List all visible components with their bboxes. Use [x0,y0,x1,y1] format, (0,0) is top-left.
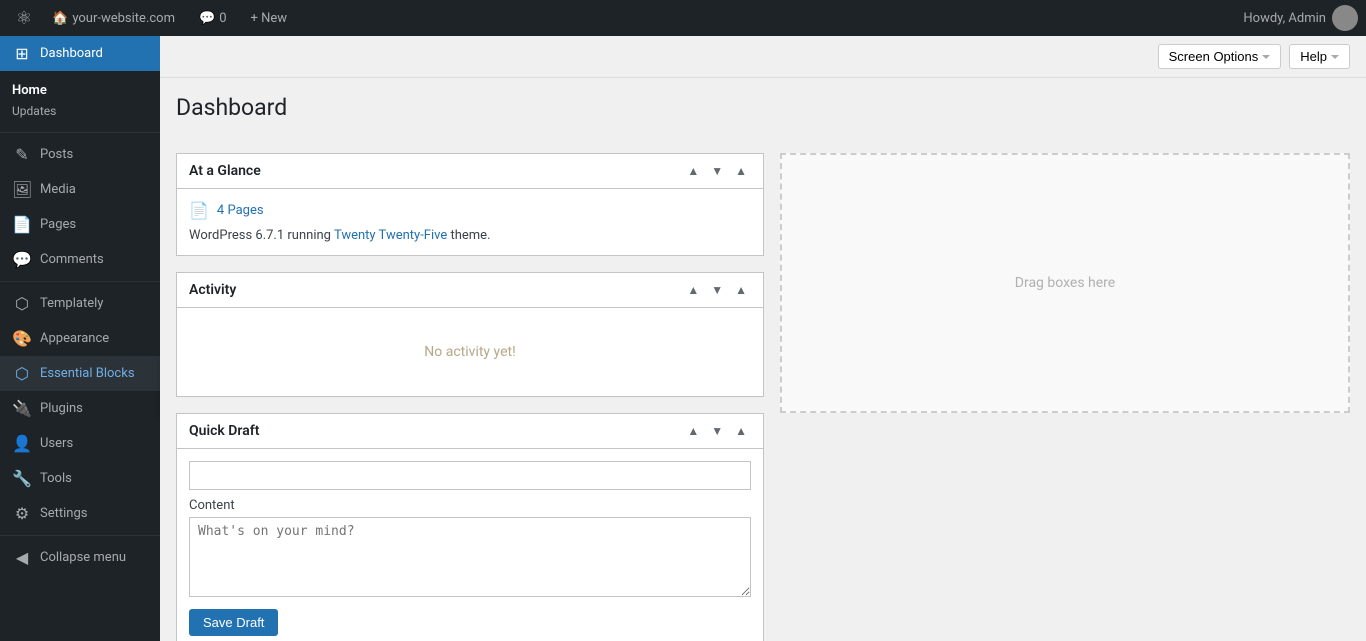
page-title-row: Dashboard [160,78,1366,137]
essential-blocks-icon: ⬡ [12,364,32,383]
activity-header: Activity ▲ ▼ ▲ [177,273,763,308]
left-column: At a Glance ▲ ▼ ▲ 📄 4 Pages [176,153,764,625]
quick-draft-collapse-down-button[interactable]: ▼ [707,422,727,440]
no-activity-text: No activity yet! [189,320,751,384]
adminbar-site-link[interactable]: 🏠 your-website.com [40,11,187,26]
appearance-icon: 🎨 [12,329,32,348]
quick-draft-hide-button[interactable]: ▲ [731,422,751,440]
comments-icon: 💬 [199,11,215,26]
adminbar-comments-link[interactable]: 💬 0 [187,11,239,26]
quick-draft-collapse-up-button[interactable]: ▲ [683,422,703,440]
home-icon: 🏠 [52,11,68,26]
dashboard-icon: ⊞ [12,44,32,63]
plugins-icon: 🔌 [12,399,32,418]
activity-title: Activity [189,282,236,298]
theme-link[interactable]: Twenty Twenty-Five [334,228,447,243]
posts-icon: ✎ [12,145,32,164]
drag-zone: Drag boxes here [780,153,1350,413]
wp-logo-icon[interactable]: ⚛ [8,8,40,29]
tools-icon: 🔧 [12,469,32,488]
page-title: Dashboard [176,94,1350,121]
sidebar-item-tools[interactable]: 🔧 Tools [0,461,160,496]
sidebar-item-updates[interactable]: Updates [12,102,148,124]
at-a-glance-pages-item: 📄 4 Pages [189,201,751,220]
at-a-glance-wp-text: WordPress 6.7.1 running Twenty Twenty-Fi… [189,228,751,243]
settings-icon: ⚙ [12,504,32,523]
quick-draft-header: Quick Draft ▲ ▼ ▲ [177,414,763,449]
sidebar-item-posts[interactable]: ✎ Posts [0,137,160,172]
users-icon: 👤 [12,434,32,453]
right-column: Drag boxes here [780,153,1350,625]
sidebar-item-dashboard[interactable]: ⊞ Dashboard [0,36,160,71]
quick-draft-title: Quick Draft [189,423,259,439]
sidebar-item-home[interactable]: Home [12,79,148,102]
at-a-glance-widget: At a Glance ▲ ▼ ▲ 📄 4 Pages [176,153,764,256]
media-icon: 🖼 [12,180,32,199]
quick-draft-controls: ▲ ▼ ▲ [683,422,751,440]
sidebar-collapse-button[interactable]: ◀ Collapse menu [0,540,160,575]
sidebar-item-users[interactable]: 👤 Users [0,426,160,461]
main-header: Screen Options Help [160,36,1366,78]
sidebar-item-media[interactable]: 🖼 Media [0,172,160,207]
widget-controls: ▲ ▼ ▲ [683,162,751,180]
sidebar-item-comments[interactable]: 💬 Comments [0,242,160,277]
widget-collapse-up-button[interactable]: ▲ [683,162,703,180]
at-a-glance-header: At a Glance ▲ ▼ ▲ [177,154,763,189]
sidebar-item-plugins[interactable]: 🔌 Plugins [0,391,160,426]
screen-options-button[interactable]: Screen Options [1158,44,1282,69]
sidebar-home-section: Home Updates [0,71,160,128]
activity-widget: Activity ▲ ▼ ▲ No activity yet! [176,272,764,397]
admin-bar: ⚛ 🏠 your-website.com 💬 0 + New Howdy, Ad… [0,0,1366,36]
adminbar-howdy[interactable]: Howdy, Admin [1243,5,1358,31]
sidebar-item-settings[interactable]: ⚙ Settings [0,496,160,531]
main-area: Screen Options Help Dashboard At a Glanc… [160,36,1366,641]
avatar [1332,5,1358,31]
widget-collapse-down-button[interactable]: ▼ [707,162,727,180]
at-a-glance-body: 📄 4 Pages WordPress 6.7.1 running Twenty… [177,189,763,255]
comments-sidebar-icon: 💬 [12,250,32,269]
save-draft-button[interactable]: Save Draft [189,609,278,636]
pages-icon: 📄 [12,215,32,234]
activity-collapse-down-button[interactable]: ▼ [707,281,727,299]
screen-options-caret-icon [1262,55,1270,59]
sidebar-item-templately[interactable]: ⬡ Templately [0,286,160,321]
activity-hide-button[interactable]: ▲ [731,281,751,299]
collapse-icon: ◀ [12,548,32,567]
activity-body: No activity yet! [177,308,763,396]
quick-draft-body: Content Save Draft [177,449,763,641]
activity-collapse-up-button[interactable]: ▲ [683,281,703,299]
at-a-glance-title: At a Glance [189,163,261,179]
adminbar-new-link[interactable]: + New [239,11,300,26]
main-content: At a Glance ▲ ▼ ▲ 📄 4 Pages [160,137,1366,641]
help-caret-icon [1331,55,1339,59]
help-button[interactable]: Help [1289,44,1350,69]
content-label: Content [189,498,751,513]
sidebar-item-essential-blocks[interactable]: ⬡ Essential Blocks Essential Blocks Form… [0,356,160,391]
quick-draft-widget: Quick Draft ▲ ▼ ▲ Content Save Draft [176,413,764,641]
quick-draft-content-textarea[interactable] [189,517,751,597]
pages-count-icon: 📄 [189,201,209,220]
sidebar: ⊞ Dashboard Home Updates ✎ Posts 🖼 Media… [0,36,160,641]
quick-draft-title-input[interactable] [189,461,751,490]
pages-count-link[interactable]: 4 Pages [217,203,264,218]
adminbar-right: Howdy, Admin [1243,5,1358,31]
sidebar-item-pages[interactable]: 📄 Pages [0,207,160,242]
activity-widget-controls: ▲ ▼ ▲ [683,281,751,299]
templately-icon: ⬡ [12,294,32,313]
sidebar-item-appearance[interactable]: 🎨 Appearance [0,321,160,356]
widget-hide-button[interactable]: ▲ [731,162,751,180]
